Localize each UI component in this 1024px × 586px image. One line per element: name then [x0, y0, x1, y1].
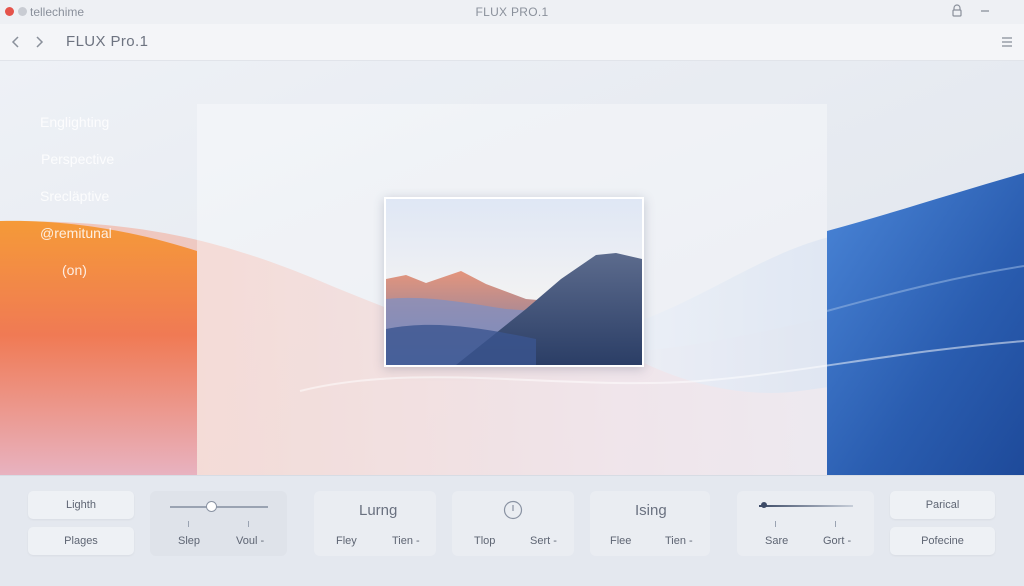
hamburger-menu-icon[interactable]: [1000, 35, 1014, 49]
control-group-5: Ising Flee Tien -: [590, 491, 710, 556]
slider-tick: [248, 521, 249, 527]
slider-tick: [775, 521, 776, 527]
slider-track-2[interactable]: [759, 505, 853, 507]
lighting-button[interactable]: Lighth: [28, 491, 134, 519]
slider-group-1: Slep Voul -: [150, 491, 287, 556]
sidebar-item-perspective[interactable]: Perspective: [41, 151, 114, 167]
document-title: FLUX Pro.1: [66, 33, 149, 50]
group-3-dropdown[interactable]: Tien -: [392, 535, 420, 547]
slider-track-1[interactable]: [170, 506, 268, 508]
control-group-3: Lurng Fley Tien -: [314, 491, 436, 556]
sidebar-item-lighting[interactable]: Englighting: [40, 114, 109, 130]
plages-button[interactable]: Plages: [28, 527, 134, 555]
slider-group-2: Sare Gort -: [737, 491, 874, 556]
group-5-label-a: Flee: [610, 535, 632, 547]
group-4-label-a: Tlop: [474, 535, 496, 547]
slider-label-b[interactable]: Voul -: [236, 535, 264, 547]
slider-tick: [835, 521, 836, 527]
parical-button[interactable]: Parical: [890, 491, 995, 519]
group-3-title: Lurng: [359, 502, 398, 519]
pofecine-button[interactable]: Pofecine: [890, 527, 995, 555]
group-5-title: Ising: [635, 502, 667, 519]
slider-knob-2[interactable]: [760, 502, 767, 508]
toolbar: FLUX Pro.1: [0, 24, 1024, 61]
bottom-controls: Lighth Plages Slep Voul - Lurng Fley Tie…: [0, 475, 1024, 586]
forward-arrow-icon[interactable]: [31, 33, 47, 51]
slider-tick: [188, 521, 189, 527]
canvas-area: Englighting Perspective Srecläptive @rem…: [0, 61, 1024, 475]
group-4-dropdown[interactable]: Sert -: [530, 535, 557, 547]
sidebar-item-toggle[interactable]: (on): [62, 262, 87, 278]
mountain-image: [386, 199, 642, 365]
sidebar-item-3[interactable]: Srecläptive: [40, 188, 109, 204]
image-preview[interactable]: [384, 197, 644, 367]
control-group-4: Tlop Sert -: [452, 491, 574, 556]
back-arrow-icon[interactable]: [8, 33, 24, 51]
slider-2-dropdown[interactable]: Gort -: [823, 535, 851, 547]
minimize-icon[interactable]: [978, 4, 992, 18]
sidebar-item-4[interactable]: @remitunal: [40, 225, 112, 241]
slider-2-label-a: Sare: [765, 535, 789, 547]
lock-icon[interactable]: [950, 4, 964, 18]
slider-knob-1[interactable]: [206, 501, 218, 512]
slider-label-a: Slep: [178, 535, 201, 547]
clock-icon[interactable]: [503, 500, 523, 520]
group-3-label-a: Fley: [336, 535, 357, 547]
title-bar: tellechime FLUX PRO.1: [0, 0, 1024, 25]
window-title: FLUX PRO.1: [475, 5, 549, 19]
group-5-dropdown[interactable]: Tien -: [665, 535, 693, 547]
